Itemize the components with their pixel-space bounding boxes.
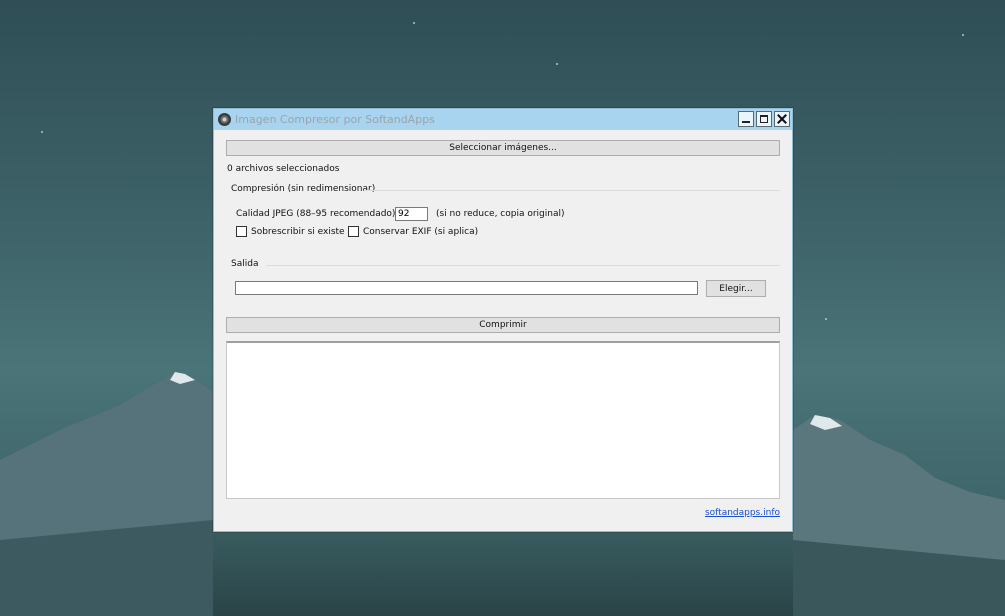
selected-files-status: 0 archivos seleccionados: [227, 164, 340, 174]
log-area[interactable]: [226, 341, 780, 499]
compression-group-label: Compresión (sin redimensionar): [231, 184, 376, 194]
choose-folder-button[interactable]: Elegir...: [706, 280, 766, 297]
title-bar[interactable]: Imagen Compresor por SoftandApps: [214, 109, 792, 130]
compress-button[interactable]: Comprimir: [226, 317, 780, 333]
close-icon[interactable]: [774, 111, 790, 127]
overwrite-label: Sobrescribir si existe: [251, 227, 345, 237]
window-title: Imagen Compresor por SoftandApps: [235, 113, 435, 126]
output-group-label: Salida: [231, 259, 259, 269]
exif-label: Conservar EXIF (si aplica): [363, 227, 479, 237]
app-window: Imagen Compresor por SoftandApps Selecci…: [213, 108, 793, 532]
overwrite-checkbox[interactable]: [236, 226, 247, 237]
website-link[interactable]: softandapps.info: [705, 508, 780, 518]
minimize-icon[interactable]: [738, 111, 754, 127]
quality-label: Calidad JPEG (88–95 recomendado):: [236, 209, 399, 219]
select-images-button[interactable]: Seleccionar imágenes...: [226, 140, 780, 156]
group-divider: [364, 190, 780, 191]
quality-input[interactable]: 92: [395, 207, 428, 221]
output-path-input[interactable]: [235, 281, 698, 295]
maximize-icon[interactable]: [756, 111, 772, 127]
exif-checkbox[interactable]: [348, 226, 359, 237]
window-controls: [738, 111, 790, 127]
app-icon: [218, 113, 231, 126]
quality-hint: (si no reduce, copia original): [436, 209, 565, 219]
group-divider: [266, 265, 780, 266]
